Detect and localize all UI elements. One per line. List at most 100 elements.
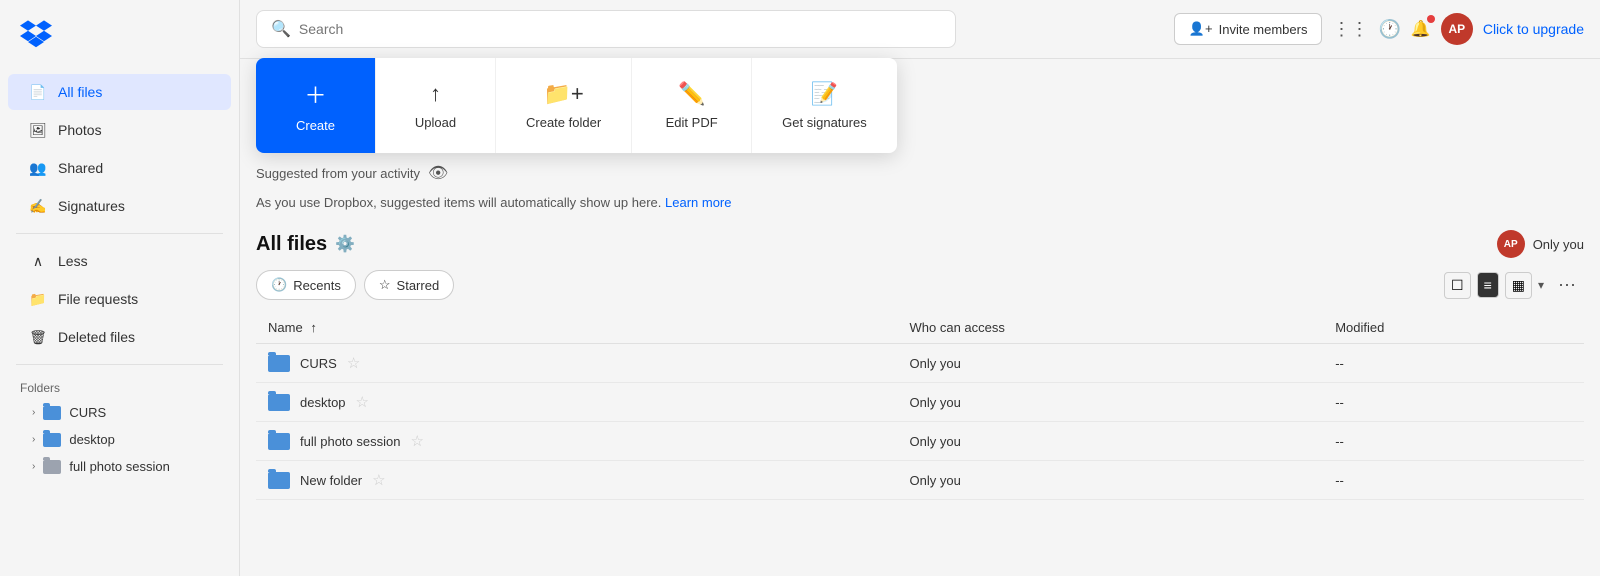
modified-cell: --: [1323, 344, 1584, 383]
sidebar-item-photos[interactable]: 🖼 Photos: [8, 112, 231, 148]
sidebar-item-all-files[interactable]: 📄 All files: [8, 74, 231, 110]
all-files-header: All files ⚙️ AP Only you: [256, 222, 1584, 270]
topbar-actions: 👤+ Invite members ⋮⋮ 🕐 🔔 AP Click to upg…: [1174, 13, 1584, 45]
table-row[interactable]: full photo session ☆ Only you --: [256, 422, 1584, 461]
user-info: AP Only you: [1497, 230, 1584, 258]
file-name: CURS: [300, 356, 337, 371]
chevron-right-icon: ›: [32, 407, 35, 418]
sidebar-item-signatures[interactable]: ✍️ Signatures: [8, 188, 231, 224]
create-folder-button[interactable]: 📁+ Create folder: [496, 58, 632, 153]
avatar-initials: AP: [1448, 22, 1465, 36]
grid-view-button[interactable]: ▦: [1505, 272, 1532, 299]
folder-label: desktop: [69, 432, 115, 447]
sidebar: 📄 All files 🖼 Photos 👥 Shared ✍️ Signatu…: [0, 0, 240, 576]
search-input[interactable]: [299, 21, 941, 37]
table-row[interactable]: CURS ☆ Only you --: [256, 344, 1584, 383]
access-cell: Only you: [898, 344, 1324, 383]
chevron-right-icon: ›: [32, 434, 35, 445]
search-icon: 🔍: [271, 19, 291, 39]
folder-icon: [43, 433, 61, 447]
upload-label: Upload: [415, 115, 456, 130]
modified-cell: --: [1323, 383, 1584, 422]
table-header: Name ↑ Who can access Modified: [256, 312, 1584, 344]
file-name: New folder: [300, 473, 362, 488]
topbar: 🔍 👤+ Invite members ⋮⋮ 🕐 🔔 AP Click to u…: [240, 0, 1600, 59]
chevron-right-icon: ›: [32, 461, 35, 472]
file-table: Name ↑ Who can access Modified: [256, 312, 1584, 500]
sidebar-divider: [16, 233, 223, 234]
sidebar-item-less[interactable]: ∧ Less: [8, 243, 231, 279]
file-name-cell: desktop ☆: [268, 393, 886, 411]
name-column-header[interactable]: Name ↑: [256, 312, 898, 344]
access-cell: Only you: [898, 461, 1324, 500]
avatar[interactable]: AP: [1441, 13, 1473, 45]
invite-label: Invite members: [1219, 22, 1308, 37]
action-panel: ＋ Create ↑ Upload 📁+ Create folder ✏️ Ed…: [256, 58, 897, 153]
sidebar-item-label: Less: [58, 253, 88, 269]
table-row[interactable]: desktop ☆ Only you --: [256, 383, 1584, 422]
dropbox-logo[interactable]: [0, 12, 239, 73]
starred-label: Starred: [397, 278, 440, 293]
get-signatures-button[interactable]: 📝 Get signatures: [752, 58, 897, 153]
sidebar-divider-2: [16, 364, 223, 365]
learn-more-link[interactable]: Learn more: [665, 195, 731, 210]
upload-button[interactable]: ↑ Upload: [376, 58, 496, 153]
chevron-down-icon[interactable]: ▾: [1538, 278, 1544, 292]
eye-icon[interactable]: 👁: [428, 163, 448, 183]
sidebar-item-shared[interactable]: 👥 Shared: [8, 150, 231, 186]
file-name-cell: New folder ☆: [268, 471, 886, 489]
folder-icon: [268, 394, 290, 411]
file-name-cell: CURS ☆: [268, 354, 886, 372]
view-controls: ☐ ≡ ▦ ▾ ⋯: [1444, 270, 1584, 300]
more-options-icon[interactable]: ⋯: [1550, 275, 1584, 296]
star-icon[interactable]: ☆: [410, 432, 423, 450]
recents-tab[interactable]: 🕐 Recents: [256, 270, 356, 300]
page-title: All files: [256, 233, 327, 256]
list-view-button[interactable]: ≡: [1477, 272, 1499, 298]
star-icon[interactable]: ☆: [372, 471, 385, 489]
star-icon: ☆: [379, 277, 391, 293]
upgrade-button[interactable]: Click to upgrade: [1483, 21, 1584, 37]
signature-pen-icon: 📝: [811, 81, 838, 107]
table-row[interactable]: New folder ☆ Only you --: [256, 461, 1584, 500]
clock-icon[interactable]: 🕐: [1378, 19, 1400, 40]
sidebar-item-label: Signatures: [58, 198, 125, 214]
main-content: 🔍 👤+ Invite members ⋮⋮ 🕐 🔔 AP Click to u…: [240, 0, 1600, 576]
sidebar-folders: › CURS › desktop › full photo session: [0, 399, 239, 480]
grid-icon[interactable]: ⋮⋮: [1332, 19, 1368, 40]
notification-icon[interactable]: 🔔: [1411, 19, 1431, 39]
access-col-label: Who can access: [910, 320, 1005, 335]
plus-icon: ＋: [304, 78, 326, 110]
search-bar[interactable]: 🔍: [256, 10, 956, 48]
star-icon[interactable]: ☆: [356, 393, 369, 411]
sidebar-item-label: Shared: [58, 160, 103, 176]
invite-members-button[interactable]: 👤+ Invite members: [1174, 13, 1323, 45]
modified-col-label: Modified: [1335, 320, 1384, 335]
sidebar-folder-desktop[interactable]: › desktop: [0, 426, 239, 453]
only-you-label: Only you: [1533, 237, 1584, 252]
folder-label: CURS: [69, 405, 106, 420]
file-name-cell: full photo session ☆: [268, 432, 886, 450]
sidebar-item-deleted-files[interactable]: 🗑 Deleted files: [8, 319, 231, 355]
access-cell: Only you: [898, 383, 1324, 422]
sidebar-item-label: Photos: [58, 122, 102, 138]
sidebar-item-file-requests[interactable]: 📁 File requests: [8, 281, 231, 317]
get-signatures-label: Get signatures: [782, 115, 867, 130]
name-col-label: Name: [268, 320, 303, 335]
sidebar-folder-photo-session[interactable]: › full photo session: [0, 453, 239, 480]
sidebar-folder-curs[interactable]: › CURS: [0, 399, 239, 426]
file-name: desktop: [300, 395, 346, 410]
edit-pdf-icon: ✏️: [678, 81, 705, 107]
starred-tab[interactable]: ☆ Starred: [364, 270, 454, 300]
checkbox-select-button[interactable]: ☐: [1444, 272, 1471, 299]
info-text-content: As you use Dropbox, suggested items will…: [256, 195, 661, 210]
upload-icon: ↑: [430, 81, 441, 107]
suggested-bar: Suggested from your activity 👁: [256, 149, 1584, 191]
folder-icon: [268, 355, 290, 372]
edit-pdf-button[interactable]: ✏️ Edit PDF: [632, 58, 752, 153]
star-icon[interactable]: ☆: [347, 354, 360, 372]
shared-icon: 👥: [28, 158, 48, 178]
folder-icon: [268, 433, 290, 450]
settings-icon[interactable]: ⚙️: [335, 234, 355, 254]
create-button[interactable]: ＋ Create: [256, 58, 376, 153]
